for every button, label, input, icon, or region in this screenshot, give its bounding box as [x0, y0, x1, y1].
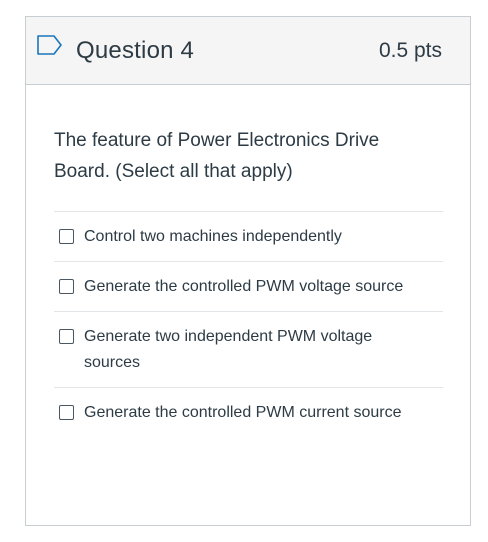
answer-list: Control two machines independently Gener…	[54, 211, 443, 437]
answer-label: Generate the controlled PWM current sour…	[84, 404, 402, 421]
answer-checkbox[interactable]	[59, 229, 74, 244]
bookmark-flag-icon[interactable]	[36, 34, 64, 56]
question-title: Question 4	[76, 36, 195, 64]
answer-checkbox[interactable]	[59, 279, 74, 294]
answer-option-3[interactable]: Generate two independent PWM voltage sou…	[54, 312, 443, 388]
answer-checkbox[interactable]	[59, 405, 74, 420]
answer-label: Generate the controlled PWM voltage sour…	[84, 278, 404, 295]
question-header: Question 4 0.5 pts	[26, 17, 470, 85]
question-header-left: Question 4	[36, 34, 195, 65]
answer-label: Generate two independent PWM voltage sou…	[84, 328, 373, 371]
answer-option-2[interactable]: Generate the controlled PWM voltage sour…	[54, 262, 443, 312]
answer-option-4[interactable]: Generate the controlled PWM current sour…	[54, 388, 443, 437]
answer-option-1[interactable]: Control two machines independently	[54, 212, 443, 262]
answer-checkbox[interactable]	[59, 329, 74, 344]
question-body: The feature of Power Electronics Drive B…	[26, 125, 470, 437]
question-text: The feature of Power Electronics Drive B…	[54, 130, 380, 182]
question-points: 0.5 pts	[378, 38, 442, 62]
question-card: Question 4 0.5 pts The feature of Power …	[25, 16, 471, 526]
answer-label: Control two machines independently	[84, 228, 342, 245]
